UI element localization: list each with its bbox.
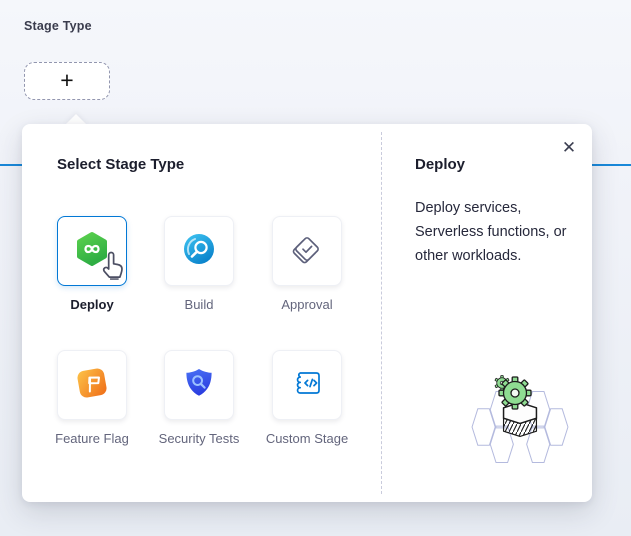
- pipeline-connector-line-right: [592, 164, 631, 166]
- tile-label-build: Build: [147, 296, 251, 313]
- tile-label-approval: Approval: [255, 296, 359, 313]
- tile-label-deploy: Deploy: [40, 296, 144, 313]
- detail-description: Deploy services, Serverless functions, o…: [415, 196, 583, 268]
- feature-flag-icon: [72, 363, 112, 408]
- detail-title: Deploy: [415, 156, 465, 173]
- deploy-icon: [73, 230, 111, 273]
- security-tests-icon: [181, 365, 217, 406]
- tile-approval[interactable]: [272, 216, 342, 286]
- pipeline-connector-line-left: [0, 164, 22, 166]
- tile-label-custom-stage: Custom Stage: [255, 430, 359, 447]
- plus-icon: +: [60, 69, 73, 92]
- panel-separator: [381, 132, 382, 494]
- close-icon[interactable]: ✕: [556, 135, 582, 161]
- tile-feature-flag[interactable]: [57, 350, 127, 420]
- tile-label-feature-flag: Feature Flag: [40, 430, 144, 447]
- select-stage-type-popover: Select Stage Type: [22, 124, 592, 502]
- add-stage-button[interactable]: +: [24, 62, 110, 100]
- deploy-illustration: [425, 360, 595, 477]
- build-icon: [181, 231, 217, 272]
- stage-type-label: Stage Type: [24, 19, 92, 33]
- tile-label-security-tests: Security Tests: [147, 430, 251, 447]
- tile-custom-stage[interactable]: [272, 350, 342, 420]
- approval-icon: [288, 230, 326, 273]
- popover-title: Select Stage Type: [57, 156, 184, 173]
- tile-security-tests[interactable]: [164, 350, 234, 420]
- custom-stage-icon: [288, 364, 326, 407]
- tile-build[interactable]: [164, 216, 234, 286]
- tile-deploy[interactable]: [57, 216, 127, 286]
